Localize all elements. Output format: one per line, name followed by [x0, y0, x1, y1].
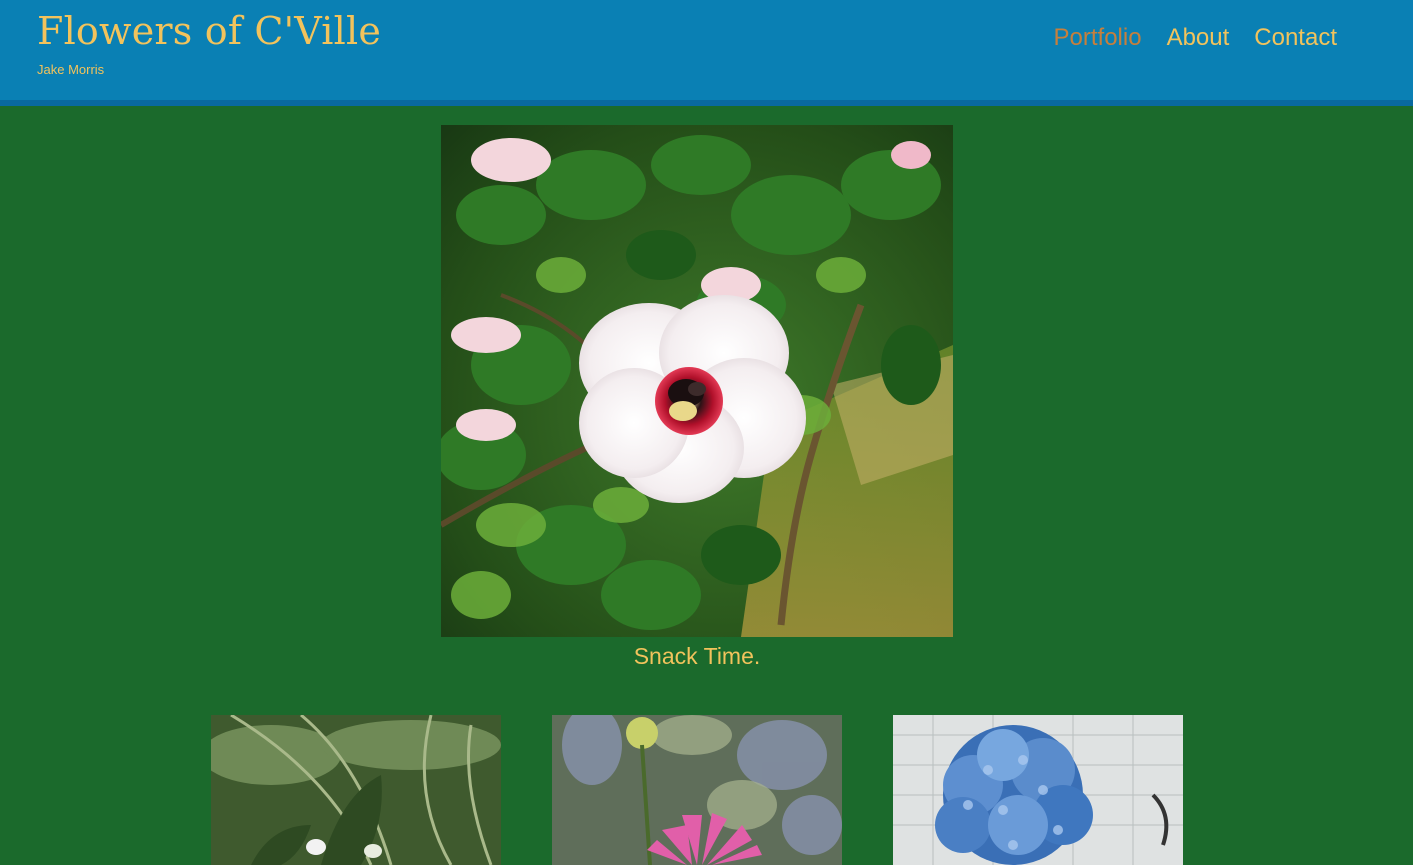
gallery-thumbnail-2[interactable]: [552, 715, 842, 865]
nav-contact-link[interactable]: Contact: [1254, 24, 1337, 52]
nav-about-link[interactable]: About: [1167, 24, 1230, 52]
leaf-photo-image: [211, 715, 501, 865]
hibiscus-image: [441, 125, 953, 637]
coneflower-photo-image: [552, 715, 842, 865]
featured-caption: Snack Time.: [633, 643, 761, 669]
gallery-thumbnail-3[interactable]: [893, 715, 1183, 865]
site-header: Flowers of C'Ville Jake Morris Portfolio…: [0, 0, 1413, 106]
main-nav: Portfolio About Contact: [1054, 24, 1337, 52]
featured-photo[interactable]: [441, 125, 953, 637]
site-title[interactable]: Flowers of C'Ville: [37, 8, 381, 54]
nav-portfolio-link[interactable]: Portfolio: [1054, 24, 1142, 52]
hydrangea-photo-image: [893, 715, 1183, 865]
site-subtitle: Jake Morris: [37, 62, 105, 77]
gallery-thumbnail-1[interactable]: [211, 715, 501, 865]
